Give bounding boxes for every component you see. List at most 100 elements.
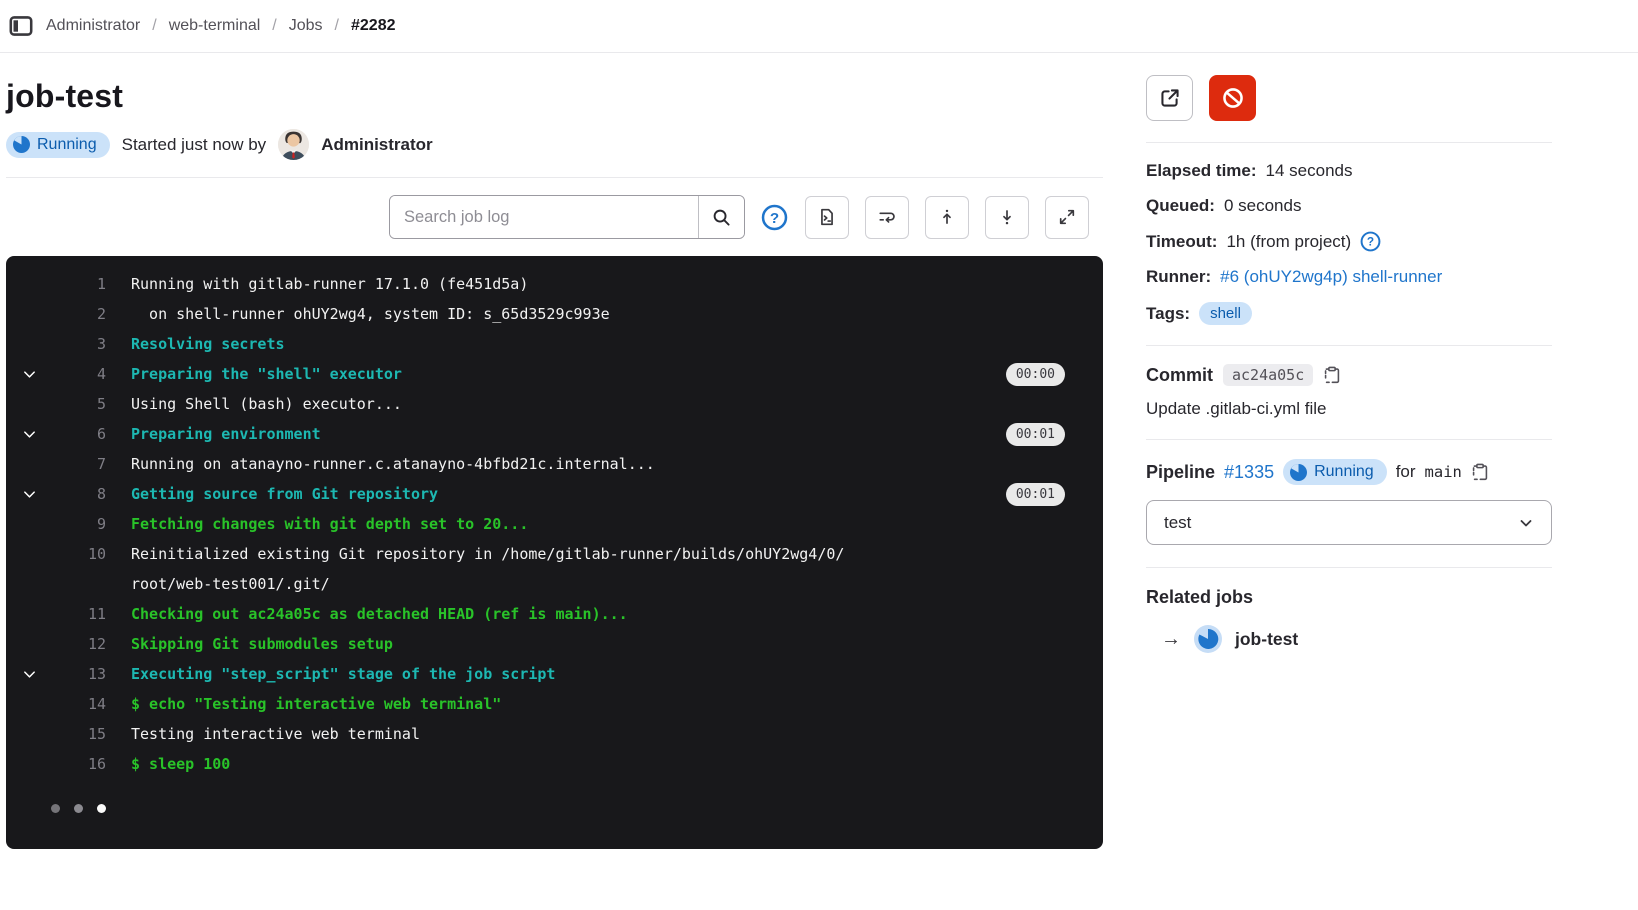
related-job-name[interactable]: job-test	[1235, 629, 1298, 650]
author-name[interactable]: Administrator	[321, 135, 432, 155]
log-line: 12 Skipping Git submodules setup	[6, 629, 1103, 659]
wrap-lines-icon	[878, 208, 896, 226]
cancel-job-button[interactable]	[1209, 75, 1256, 121]
sidebar-toggle-icon[interactable]	[8, 13, 34, 39]
pipeline-status-badge[interactable]: Running	[1283, 459, 1387, 485]
log-line-number[interactable]: 4	[52, 359, 106, 389]
timeout-help-icon[interactable]: ?	[1360, 231, 1381, 252]
pipeline-link[interactable]: #1335	[1224, 462, 1274, 483]
collapse-section-icon[interactable]	[6, 479, 52, 502]
open-raw-button[interactable]	[1146, 75, 1193, 121]
log-line-number[interactable]: 8	[52, 479, 106, 509]
status-running-icon	[1290, 464, 1307, 481]
chevron-down-icon	[22, 667, 37, 682]
log-line-number[interactable]: 3	[52, 329, 106, 359]
job-log[interactable]: 1 Running with gitlab-runner 17.1.0 (fe45…	[6, 256, 1103, 849]
breadcrumb-separator: /	[335, 17, 339, 35]
pipeline-ref[interactable]: main	[1425, 463, 1462, 481]
runner-link[interactable]: #6 (ohUY2wg4p) shell-runner	[1220, 267, 1442, 287]
svg-text:?: ?	[769, 209, 778, 226]
breadcrumb-item-administrator[interactable]: Administrator	[46, 17, 140, 35]
search-icon	[712, 208, 731, 227]
stage-select-value: test	[1164, 513, 1191, 533]
collapse-section-icon[interactable]	[6, 419, 52, 442]
elapsed-time-value: 14 seconds	[1266, 161, 1353, 181]
log-gutter	[6, 599, 52, 607]
search-button[interactable]	[698, 196, 744, 238]
log-line-number[interactable]: 5	[52, 389, 106, 419]
search-group	[389, 195, 745, 239]
log-line: 2 on shell-runner ohUY2wg4, system ID: s…	[6, 299, 1103, 329]
log-gutter	[6, 329, 52, 337]
log-line-number[interactable]: 11	[52, 599, 106, 629]
log-line-text: Preparing the "shell" executor	[131, 359, 402, 389]
log-gutter	[6, 749, 52, 757]
status-running-icon	[1194, 625, 1222, 653]
scroll-to-top-button[interactable]	[925, 196, 969, 239]
commit-message[interactable]: Update .gitlab-ci.yml file	[1146, 399, 1552, 419]
log-line-number[interactable]: 12	[52, 629, 106, 659]
section-duration-badge: 00:01	[1006, 483, 1065, 506]
elapsed-time-label: Elapsed time:	[1146, 161, 1257, 181]
breadcrumb-separator: /	[152, 17, 156, 35]
log-line-number[interactable]: 15	[52, 719, 106, 749]
log-line: 7 Running on atanayno-runner.c.atanayno-4…	[6, 449, 1103, 479]
log-line-text: Reinitialized existing Git repository in…	[131, 539, 844, 569]
log-line-text: Fetching changes with git depth set to 2…	[131, 509, 528, 539]
log-line-number[interactable]: 1	[52, 269, 106, 299]
avatar[interactable]	[278, 129, 309, 160]
log-line-text: Skipping Git submodules setup	[131, 629, 393, 659]
scroll-to-bottom-button[interactable]	[985, 196, 1029, 239]
log-gutter	[6, 299, 52, 307]
job-log-toolbar: ?	[6, 177, 1103, 256]
log-line-number[interactable]: 16	[52, 749, 106, 779]
log-line-number[interactable]: 10	[52, 539, 106, 569]
log-line-number[interactable]: 14	[52, 689, 106, 719]
log-line: 6Preparing environment00:01	[6, 419, 1103, 449]
raw-log-button[interactable]	[805, 196, 849, 239]
tag-badge[interactable]: shell	[1199, 302, 1252, 325]
current-job-arrow-icon: →	[1161, 628, 1181, 651]
copy-commit-sha-button[interactable]	[1323, 366, 1341, 384]
job-status-badge[interactable]: Running	[6, 132, 110, 158]
search-help-icon[interactable]: ?	[759, 202, 789, 232]
chevron-down-icon	[22, 427, 37, 442]
related-jobs-title: Related jobs	[1146, 587, 1552, 608]
log-gutter	[6, 449, 52, 457]
log-line-number[interactable]: 9	[52, 509, 106, 539]
scroll-to-bottom-icon	[998, 208, 1016, 226]
tags-label: Tags:	[1146, 304, 1190, 324]
queued-label: Queued:	[1146, 196, 1215, 216]
log-line-text: Checking out ac24a05c as detached HEAD (…	[131, 599, 628, 629]
job-log-lines: 1 Running with gitlab-runner 17.1.0 (fe45…	[6, 269, 1103, 779]
log-line-number[interactable]: 13	[52, 659, 106, 689]
collapse-section-icon[interactable]	[6, 359, 52, 382]
log-line-number[interactable]: 2	[52, 299, 106, 329]
copy-ref-button[interactable]	[1471, 463, 1489, 481]
log-line-text: Running on atanayno-runner.c.atanayno-4b…	[131, 449, 655, 479]
search-input[interactable]	[390, 196, 698, 238]
breadcrumb-item-jobs[interactable]: Jobs	[289, 17, 323, 35]
breadcrumb-separator: /	[272, 17, 276, 35]
log-line-number[interactable]: 7	[52, 449, 106, 479]
commit-sha-badge[interactable]: ac24a05c	[1223, 364, 1313, 386]
wrap-lines-button[interactable]	[865, 196, 909, 239]
log-line: 1 Running with gitlab-runner 17.1.0 (fe45…	[6, 269, 1103, 299]
log-line: 8Getting source from Git repository00:01	[6, 479, 1103, 509]
collapse-section-icon[interactable]	[6, 659, 52, 682]
breadcrumb-item-web-terminal[interactable]: web-terminal	[169, 17, 261, 35]
log-line-number[interactable]: 6	[52, 419, 106, 449]
chevron-down-icon	[22, 487, 37, 502]
status-running-icon	[13, 136, 30, 153]
related-job-row[interactable]: → job-test	[1146, 625, 1552, 653]
fullscreen-button[interactable]	[1045, 196, 1089, 239]
log-line-text: Running with gitlab-runner 17.1.0 (fe451…	[131, 269, 528, 299]
log-line: 13Executing "step_script" stage of the j…	[6, 659, 1103, 689]
section-duration-badge: 00:00	[1006, 363, 1065, 386]
commit-label: Commit	[1146, 365, 1213, 386]
started-text: Started just now by	[122, 135, 267, 155]
log-line-text: Testing interactive web terminal	[131, 719, 420, 749]
pipeline-for-text: for	[1396, 462, 1416, 482]
stage-select[interactable]: test	[1146, 500, 1552, 545]
tags-list: shell	[1199, 302, 1252, 325]
